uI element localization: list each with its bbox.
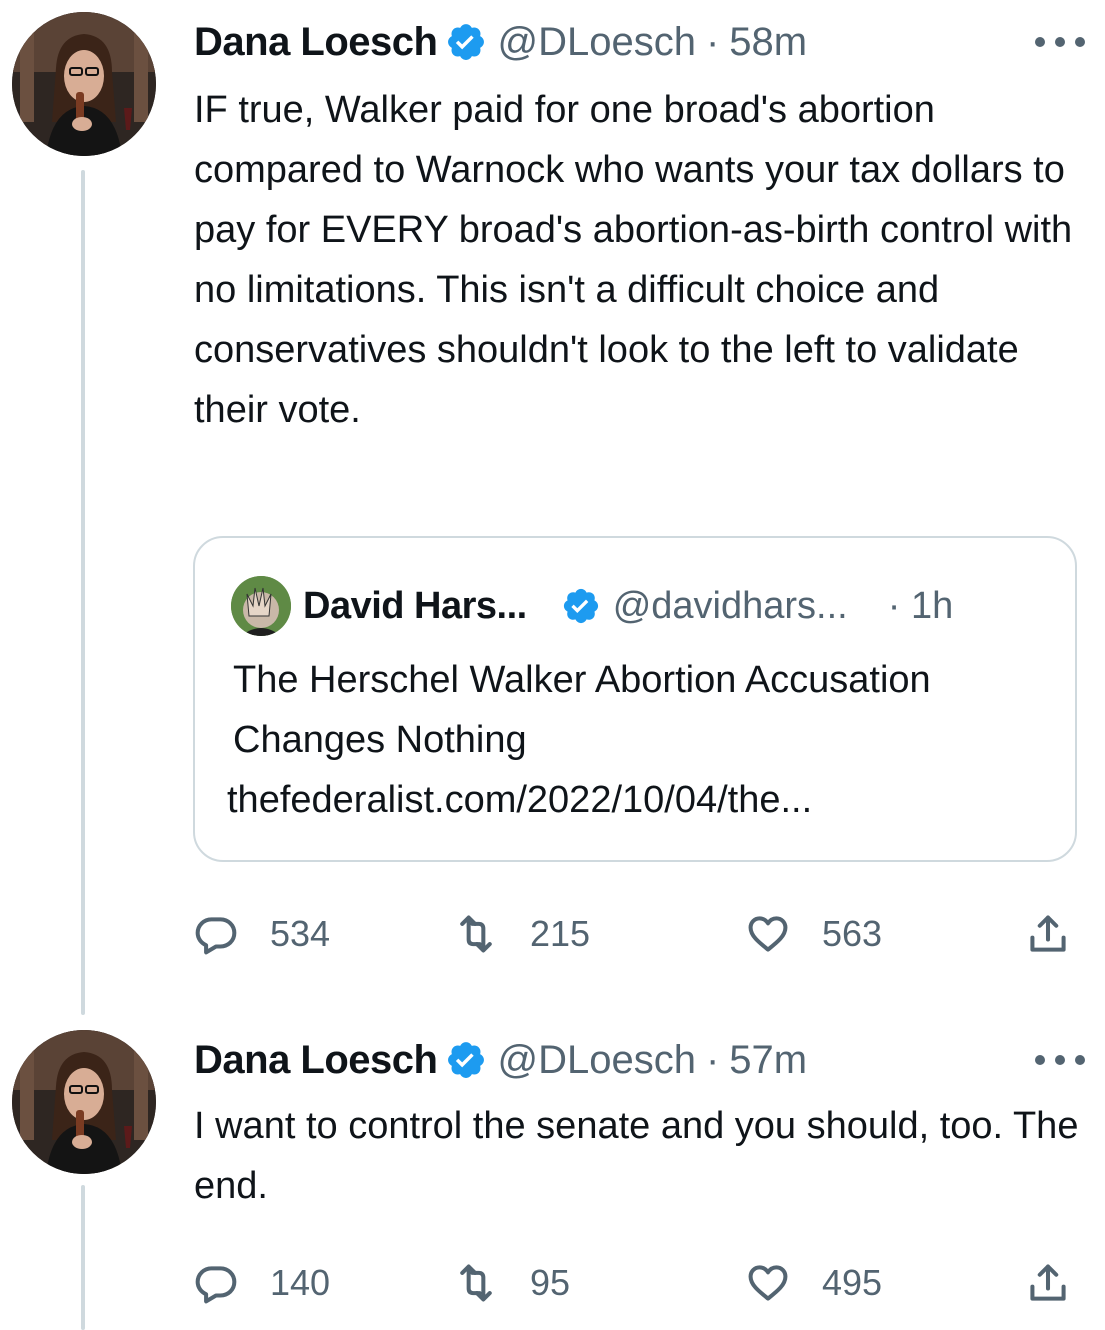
separator-dot: ·: [705, 1038, 720, 1082]
tweet-actions: 534 215 563: [194, 904, 1084, 964]
quoted-tweet-text: The Herschel Walker Abortion Accusation …: [233, 659, 931, 761]
more-options-icon[interactable]: [1035, 1050, 1085, 1070]
heart-icon: [748, 916, 788, 952]
thread-connector-line: [81, 1185, 85, 1330]
tweet-actions: 140 95 495: [194, 1253, 1084, 1313]
author-avatar[interactable]: [12, 1030, 156, 1174]
verified-badge-icon: [561, 586, 601, 626]
tweet-text: IF true, Walker paid for one broad's abo…: [194, 89, 1083, 431]
reply-count: 140: [270, 1262, 331, 1303]
tweet-header: Dana Loesch @DLoesch · 58m: [194, 14, 1085, 70]
author-avatar[interactable]: [12, 12, 156, 156]
separator-dot: ·: [705, 20, 720, 64]
like-count: 563: [822, 913, 883, 954]
reply-icon: [195, 1266, 237, 1304]
like-count: 495: [822, 1262, 883, 1303]
heart-icon: [748, 1265, 788, 1301]
quoted-tweet-header: David Hars... @davidhars... · 1h: [231, 576, 1039, 636]
tweet-timestamp[interactable]: 58m: [729, 14, 807, 70]
retweet-count: 215: [530, 913, 591, 954]
like-button[interactable]: 495: [746, 1253, 882, 1313]
tweet-header: Dana Loesch @DLoesch · 57m: [194, 1032, 1085, 1088]
share-button[interactable]: [1026, 904, 1070, 964]
tweet[interactable]: Dana Loesch @DLoesch · 57m I want to con…: [0, 1015, 1105, 1330]
retweet-icon: [460, 915, 492, 953]
reply-button[interactable]: 140: [194, 1253, 330, 1313]
like-button[interactable]: 563: [746, 904, 882, 964]
retweet-icon: [460, 1264, 492, 1302]
author-handle[interactable]: @DLoesch: [497, 1032, 695, 1088]
quoted-author-name: David Hars...: [303, 584, 527, 627]
author-name[interactable]: Dana Loesch: [194, 14, 438, 70]
retweet-button[interactable]: 95: [454, 1253, 570, 1313]
share-button[interactable]: [1026, 1253, 1070, 1313]
quoted-author-avatar: [231, 576, 291, 636]
share-icon: [1030, 915, 1066, 952]
verified-badge-icon: [445, 1039, 487, 1081]
quoted-tweet-card[interactable]: David Hars... @davidhars... · 1h The Her…: [193, 536, 1077, 862]
reply-count: 534: [270, 913, 331, 954]
reply-icon: [195, 917, 237, 955]
reply-button[interactable]: 534: [194, 904, 330, 964]
verified-badge-icon: [445, 21, 487, 63]
share-icon: [1030, 1264, 1066, 1301]
quoted-tweet-link[interactable]: thefederalist.com/2022/10/04/the...: [227, 770, 812, 830]
retweet-button[interactable]: 215: [454, 904, 590, 964]
retweet-count: 95: [530, 1262, 571, 1303]
tweet-text: I want to control the senate and you sho…: [194, 1105, 1090, 1207]
tweet-timestamp[interactable]: 57m: [729, 1032, 807, 1088]
tweet[interactable]: Dana Loesch @DLoesch · 58m IF true, Walk…: [0, 0, 1105, 1015]
author-handle[interactable]: @DLoesch: [497, 14, 695, 70]
more-options-icon[interactable]: [1035, 32, 1085, 52]
quoted-author-handle: @davidhars...: [612, 584, 848, 627]
author-name[interactable]: Dana Loesch: [194, 1032, 438, 1088]
quoted-tweet-timestamp: · 1h: [887, 584, 954, 627]
thread-connector-line: [81, 170, 85, 1015]
